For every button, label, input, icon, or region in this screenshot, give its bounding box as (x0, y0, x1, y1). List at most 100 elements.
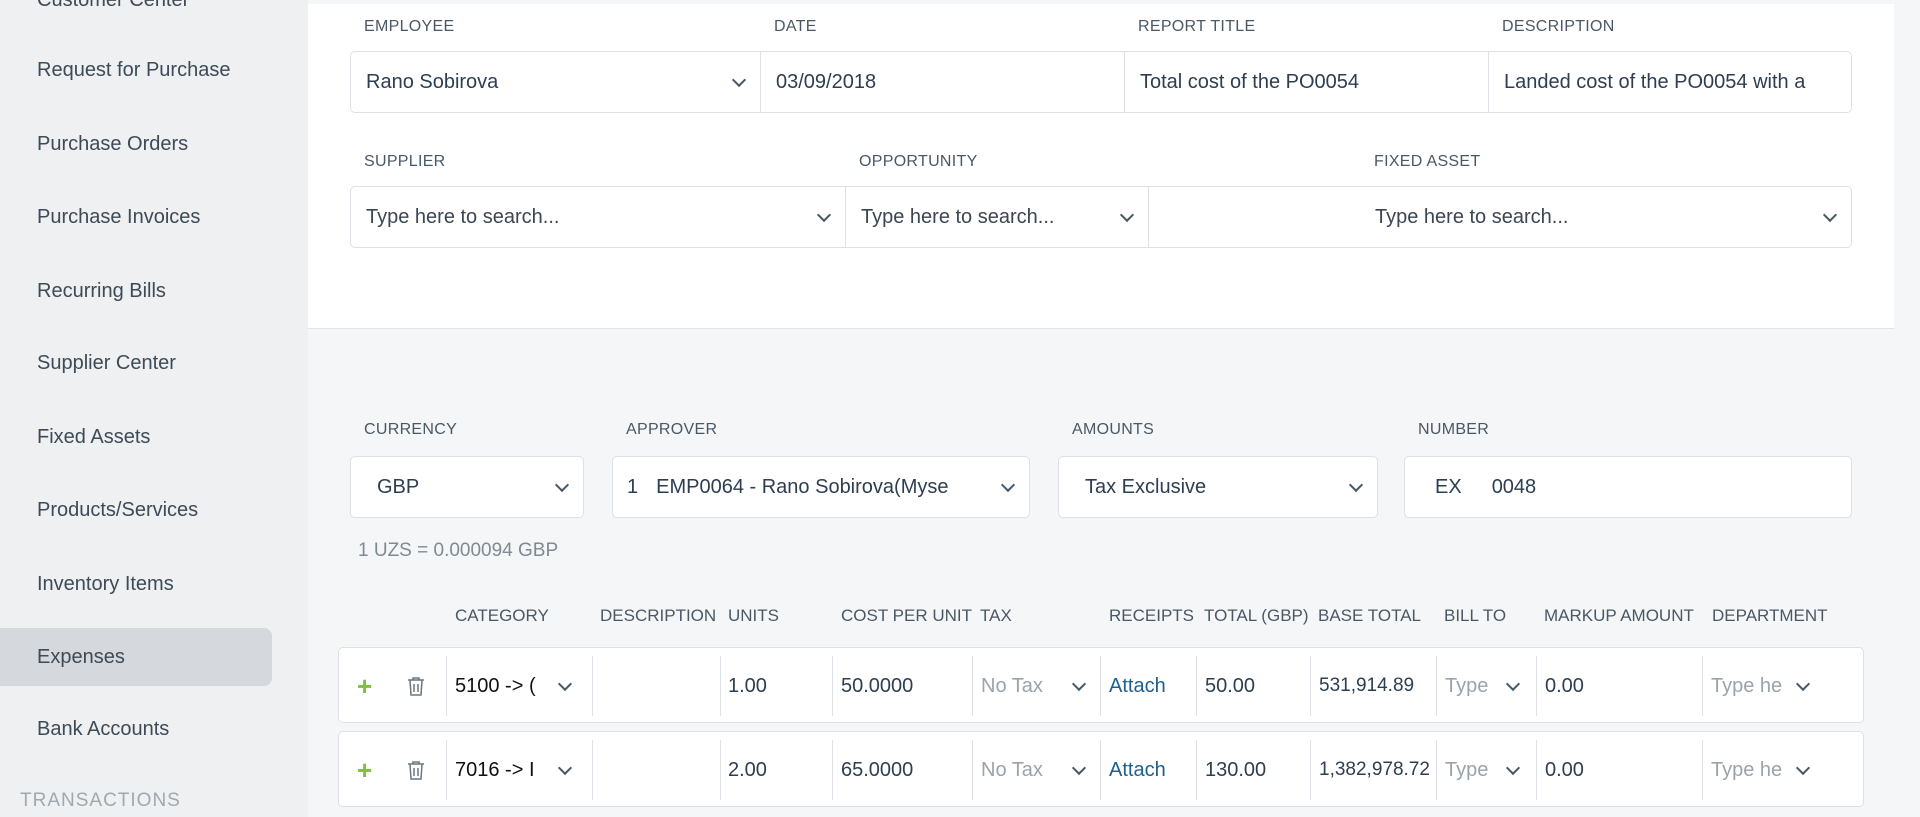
description-field[interactable]: Landed cost of the PO0054 with a (1489, 52, 1851, 112)
description-label: DESCRIPTION (1502, 18, 1615, 35)
sidebar-item-label: Bank Accounts (37, 717, 170, 740)
trash-icon[interactable] (407, 740, 431, 800)
attach-receipt-link[interactable]: Attach (1100, 656, 1196, 716)
sidebar-item-recurring-bills[interactable]: Recurring Bills (0, 262, 272, 320)
chevron-down-icon (1505, 760, 1521, 776)
units-value: 2.00 (728, 758, 767, 781)
sidebar-item-purchase-invoices[interactable]: Purchase Invoices (0, 188, 272, 246)
supplier-placeholder: Type here to search... (366, 205, 560, 228)
category-value: 7016 -> I (455, 758, 535, 781)
sidebar-item-label: Products/Services (37, 498, 199, 521)
bill-to-select[interactable]: Type (1436, 656, 1536, 716)
department-placeholder: Type he (1711, 758, 1783, 781)
sidebar-item-label: Purchase Invoices (37, 205, 201, 228)
chevron-down-icon (1071, 676, 1087, 692)
total-value: 130.00 (1196, 740, 1310, 800)
opportunity-search-input[interactable]: Type here to search... (846, 187, 1149, 247)
sidebar-item-label: Supplier Center (37, 351, 176, 374)
opportunity-placeholder: Type here to search... (861, 205, 1055, 228)
fixed-asset-search-input[interactable]: Type here to search... (1149, 187, 1851, 247)
amounts-label: AMOUNTS (1072, 421, 1155, 438)
supplier-search-input[interactable]: Type here to search... (351, 187, 846, 247)
number-field[interactable]: EX 0048 (1404, 456, 1852, 518)
approver-index: 1 (627, 475, 639, 498)
tax-value: No Tax (981, 758, 1043, 781)
attach-receipt-link[interactable]: Attach (1100, 740, 1196, 800)
chevron-down-icon (557, 676, 573, 692)
date-value: 03/09/2018 (776, 70, 877, 93)
currency-select[interactable]: GBP (350, 456, 584, 518)
sidebar-item-customer-center[interactable]: Customer Center (0, 0, 272, 29)
approver-label: APPROVER (626, 421, 718, 438)
sidebar-item-bank-accounts[interactable]: Bank Accounts (0, 700, 272, 758)
sidebar-item-inventory-items[interactable]: Inventory Items (0, 555, 272, 613)
number-value: 0048 (1491, 475, 1537, 498)
description-value: Landed cost of the PO0054 with a (1504, 70, 1806, 93)
col-tax: TAX (980, 606, 1012, 625)
opportunity-label: OPPORTUNITY (859, 153, 978, 170)
employee-select[interactable]: Rano Sobirova (351, 52, 761, 112)
chevron-down-icon (554, 477, 570, 493)
add-line-button[interactable]: + (357, 740, 387, 800)
col-markup-amount: MARKUP AMOUNT (1544, 606, 1694, 625)
trash-icon-glyph (408, 761, 424, 780)
add-line-button[interactable]: + (357, 656, 387, 716)
number-label: NUMBER (1418, 421, 1490, 438)
units-input[interactable]: 1.00 (720, 656, 832, 716)
sidebar-item-fixed-assets[interactable]: Fixed Assets (0, 408, 272, 466)
amounts-select[interactable]: Tax Exclusive (1058, 456, 1378, 518)
department-placeholder: Type he (1711, 674, 1783, 697)
tax-select[interactable]: No Tax (972, 740, 1100, 800)
trash-icon[interactable] (407, 656, 431, 716)
col-bill-to: BILL TO (1444, 606, 1507, 625)
base-total-value: 531,914.89 (1310, 656, 1436, 716)
bill-to-placeholder: Type (1445, 758, 1489, 781)
category-select[interactable]: 7016 -> I (446, 740, 588, 800)
bill-to-select[interactable]: Type (1436, 740, 1536, 800)
trash-icon-glyph (408, 677, 424, 696)
employee-value: Rano Sobirova (366, 70, 499, 93)
number-prefix: EX (1435, 475, 1462, 498)
cost-per-unit-input[interactable]: 65.0000 (832, 740, 972, 800)
sidebar-item-products-services[interactable]: Products/Services (0, 481, 272, 539)
col-cost-per-unit: COST PER UNIT (841, 606, 972, 625)
chevron-down-icon (731, 72, 747, 88)
sidebar-item-expenses[interactable]: Expenses (0, 628, 272, 686)
category-select[interactable]: 5100 -> ( (446, 656, 588, 716)
description-cell-input[interactable] (592, 656, 720, 716)
currency-value: GBP (377, 475, 420, 498)
col-receipts: RECEIPTS (1109, 606, 1195, 625)
department-select[interactable]: Type he (1702, 740, 1830, 800)
sidebar: Customer Center Request for Purchase Pur… (0, 0, 308, 817)
chevron-down-icon (1000, 477, 1016, 493)
date-field[interactable]: 03/09/2018 (761, 52, 1125, 112)
cost-per-unit-input[interactable]: 50.0000 (832, 656, 972, 716)
sidebar-item-purchase-orders[interactable]: Purchase Orders (0, 115, 272, 173)
sidebar-item-label: Request for Purchase (37, 58, 231, 81)
tax-value: No Tax (981, 674, 1043, 697)
employee-label: EMPLOYEE (364, 18, 455, 35)
markup-amount-input[interactable]: 0.00 (1536, 740, 1702, 800)
approver-value: EMP0064 - Rano Sobirova(Myse (656, 475, 949, 498)
sidebar-item-label: Fixed Assets (37, 425, 151, 448)
sidebar-item-supplier-center[interactable]: Supplier Center (0, 334, 272, 392)
approver-select[interactable]: 1 EMP0064 - Rano Sobirova(Myse (612, 456, 1030, 518)
exchange-rate-text: 1 UZS = 0.000094 GBP (358, 540, 559, 561)
units-input[interactable]: 2.00 (720, 740, 832, 800)
tax-select[interactable]: No Tax (972, 656, 1100, 716)
chevron-down-icon (1795, 676, 1811, 692)
report-title-field[interactable]: Total cost of the PO0054 (1125, 52, 1489, 112)
table-row: + 5100 -> ( 1.00 50.0000 No Tax Attach 5… (338, 647, 1864, 723)
sidebar-item-request-for-purchase[interactable]: Request for Purchase (0, 41, 272, 99)
col-description: DESCRIPTION (600, 606, 717, 625)
sidebar-item-label: Expenses (37, 645, 125, 668)
markup-amount-input[interactable]: 0.00 (1536, 656, 1702, 716)
col-category: CATEGORY (455, 606, 549, 625)
sidebar-section-heading: TRANSACTIONS (20, 790, 181, 811)
base-total-value: 1,382,978.72 (1310, 740, 1436, 800)
supplier-label: SUPPLIER (364, 153, 446, 170)
department-select[interactable]: Type he (1702, 656, 1830, 716)
col-units: UNITS (728, 606, 779, 625)
description-cell-input[interactable] (592, 740, 720, 800)
report-title-value: Total cost of the PO0054 (1140, 70, 1360, 93)
